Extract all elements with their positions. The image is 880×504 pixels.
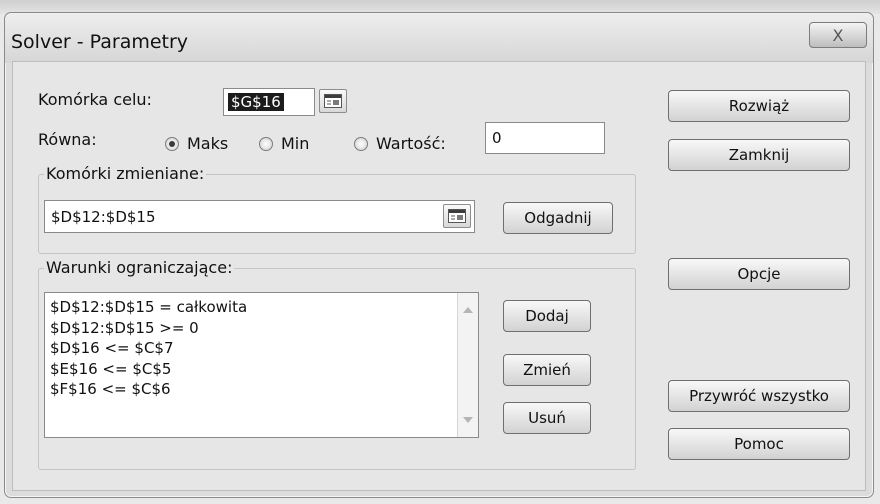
scroll-down-icon[interactable]: [463, 417, 473, 423]
constraints-list[interactable]: $D$12:$D$15 = całkowita $D$12:$D$15 >= 0…: [44, 292, 479, 438]
scroll-up-icon[interactable]: [463, 307, 473, 313]
list-item[interactable]: $E$16 <= $C$5: [45, 359, 478, 380]
list-item[interactable]: $D$16 <= $C$7: [45, 338, 478, 359]
guess-button[interactable]: Odgadnij: [503, 202, 613, 234]
radio-max[interactable]: Maks: [165, 134, 228, 153]
range-select-icon[interactable]: [443, 204, 471, 228]
target-cell-label: Komórka celu:: [38, 90, 152, 109]
change-constraint-button[interactable]: Zmień: [503, 354, 591, 386]
help-button[interactable]: Pomoc: [668, 428, 850, 460]
radio-value-indicator: [354, 136, 368, 151]
constraints-scrollbar[interactable]: [457, 293, 478, 437]
title-bar: Solver - Parametry X: [5, 13, 873, 63]
changing-cells-input[interactable]: $D$12:$D$15: [44, 200, 475, 233]
radio-max-indicator: [165, 136, 179, 151]
target-cell-input[interactable]: $G$16: [223, 88, 315, 116]
constraints-label: Warunki ograniczające:: [44, 258, 235, 277]
reset-all-button[interactable]: Przywróć wszystko: [668, 380, 850, 412]
add-constraint-button[interactable]: Dodaj: [503, 300, 591, 332]
radio-min-label: Min: [281, 134, 310, 153]
changing-cells-label: Komórki zmieniane:: [44, 164, 207, 183]
target-cell-value: $G$16: [228, 93, 284, 111]
close-button[interactable]: Zamknij: [668, 139, 850, 171]
close-icon[interactable]: X: [809, 22, 867, 48]
radio-min[interactable]: Min: [259, 134, 309, 153]
radio-min-indicator: [259, 136, 273, 151]
solver-dialog: Solver - Parametry X Komórka celu: $G$16…: [4, 12, 874, 498]
dialog-title: Solver - Parametry: [11, 31, 189, 53]
solve-button[interactable]: Rozwiąż: [668, 90, 850, 122]
range-select-icon[interactable]: [319, 89, 347, 113]
list-item[interactable]: $D$12:$D$15 = całkowita: [45, 297, 478, 318]
radio-max-label: Maks: [187, 134, 229, 153]
options-button[interactable]: Opcje: [668, 258, 850, 290]
list-item[interactable]: $F$16 <= $C$6: [45, 379, 478, 400]
dialog-body: Komórka celu: $G$16 Równa: Maks Min Wart…: [12, 61, 866, 491]
delete-constraint-button[interactable]: Usuń: [503, 402, 591, 434]
value-input[interactable]: 0: [485, 122, 605, 154]
list-item[interactable]: $D$12:$D$15 >= 0: [45, 318, 478, 339]
equal-to-label: Równa:: [38, 130, 97, 149]
radio-value-label: Wartość:: [376, 134, 446, 153]
radio-value[interactable]: Wartość:: [354, 134, 446, 153]
